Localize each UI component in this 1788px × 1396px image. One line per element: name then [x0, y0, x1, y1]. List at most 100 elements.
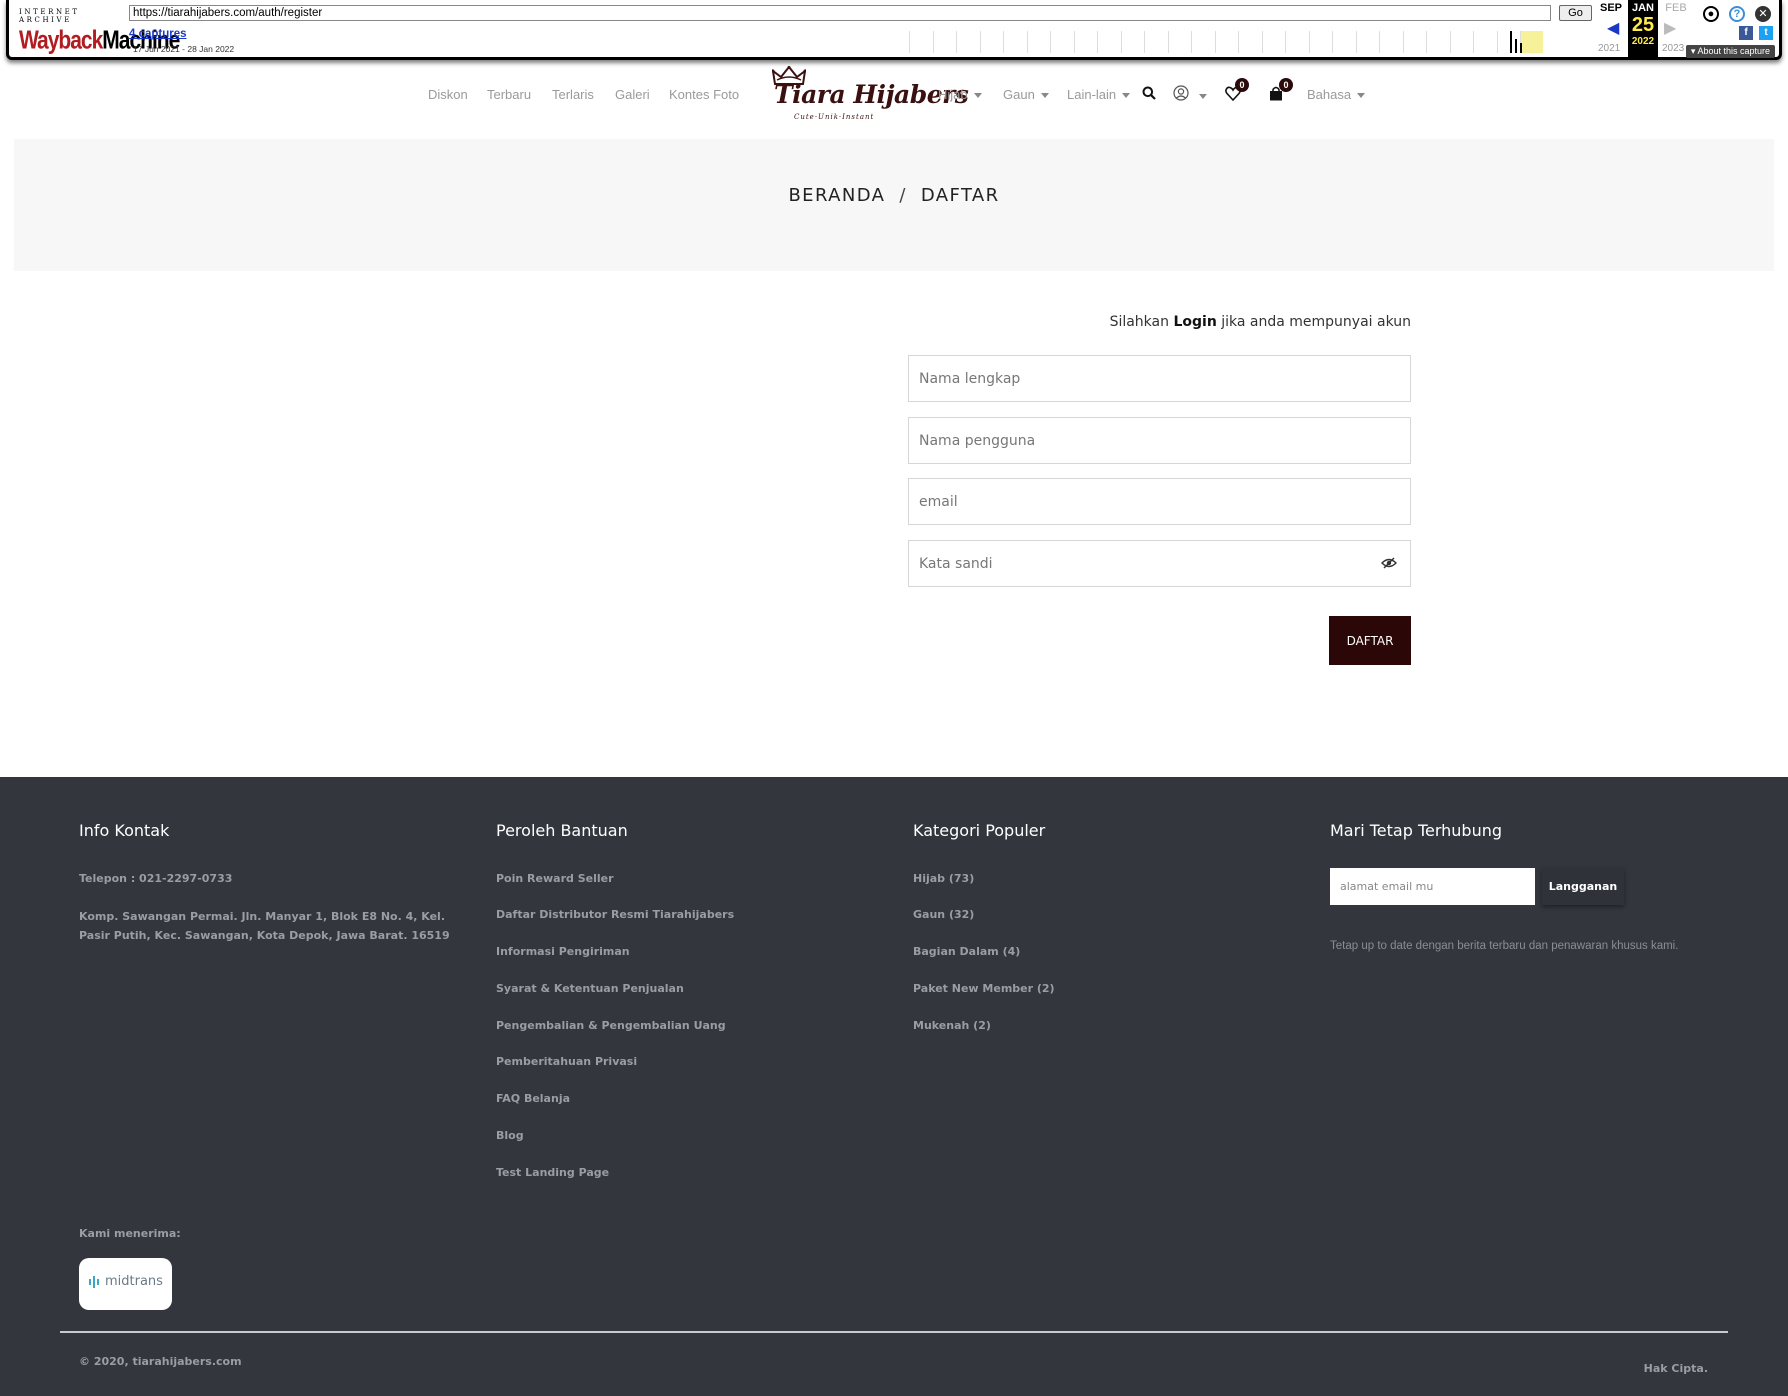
footer-help-link[interactable]: Poin Reward Seller: [496, 872, 614, 885]
footer-help-link[interactable]: Informasi Pengiriman: [496, 945, 630, 958]
timeline-tick: [909, 31, 910, 53]
nav-hijab-dropdown[interactable]: Hijab: [938, 87, 982, 102]
timeline-tick: [1449, 31, 1451, 53]
brand-logo[interactable]: Tiara Hijabers Cute·Unik·Instant: [770, 66, 969, 122]
timeline-tick: [1144, 31, 1145, 53]
timeline-tick: [979, 31, 981, 53]
timeline-tick: [1285, 31, 1286, 53]
footer-category-link[interactable]: Gaun (32): [913, 908, 974, 921]
timeline-tick: [1167, 31, 1169, 53]
wayback-prev-month[interactable]: SEP: [1596, 2, 1626, 14]
footer-address: Komp. Sawangan Permai. Jln. Manyar 1, Bl…: [79, 910, 450, 942]
fullname-input[interactable]: [908, 355, 1411, 402]
footer-newsletter-heading: Mari Tetap Terhubung: [1330, 821, 1503, 840]
wayback-date-range: 17 Jun 2021 - 28 Jan 2022: [133, 44, 235, 54]
timeline-tick: [1261, 31, 1263, 53]
eye-slash-icon[interactable]: [1381, 557, 1397, 569]
wayback-icon-group: ● ? ✕: [1703, 6, 1771, 22]
wayback-logo[interactable]: INTERNET ARCHIVE WaybackMachine: [19, 8, 180, 55]
wayback-go-button[interactable]: Go: [1559, 5, 1592, 21]
footer-help-link[interactable]: Daftar Distributor Resmi Tiarahijabers: [496, 908, 734, 921]
register-submit-button[interactable]: DAFTAR: [1329, 616, 1411, 665]
nav-lain-lain-dropdown[interactable]: Lain-lain: [1067, 87, 1130, 102]
subscribe-button[interactable]: Langganan: [1542, 868, 1624, 905]
email-input[interactable]: [908, 478, 1411, 525]
help-icon[interactable]: ?: [1729, 6, 1745, 22]
password-input[interactable]: [908, 540, 1411, 587]
capture-bar[interactable]: [1515, 39, 1517, 53]
login-prompt-prefix: Silahkan: [1109, 314, 1169, 330]
close-icon[interactable]: ✕: [1755, 6, 1771, 22]
timeline-tick: [1238, 31, 1239, 53]
breadcrumb-banner: BERANDA / DAFTAR: [14, 139, 1774, 271]
footer-help-link[interactable]: Pengembalian & Pengembalian Uang: [496, 1019, 726, 1032]
payment-method-name: midtrans: [105, 1274, 163, 1289]
wayback-next-month: FEB: [1665, 2, 1687, 14]
wayback-about-capture[interactable]: ▾ About this capture: [1685, 45, 1775, 58]
wayback-captures-link[interactable]: 4 captures: [129, 28, 187, 40]
twitter-icon[interactable]: t: [1759, 26, 1773, 40]
user-icon: [1173, 85, 1189, 101]
capture-bar[interactable]: [1520, 43, 1522, 53]
footer-categories-heading: Kategori Populer: [913, 821, 1046, 840]
breadcrumb-home[interactable]: BERANDA: [788, 185, 885, 206]
footer-copyright: © 2020, tiarahijabers.com: [79, 1355, 242, 1368]
midtrans-logo-icon: [89, 1276, 99, 1288]
login-link[interactable]: Login: [1173, 314, 1216, 330]
footer-category-link[interactable]: Paket New Member (2): [913, 982, 1055, 995]
footer-rights: Hak Cipta.: [1643, 1362, 1708, 1375]
user-account-icon[interactable]: ●: [1703, 6, 1719, 22]
main-navbar: Diskon Terbaru Terlaris Galeri Kontes Fo…: [0, 62, 1788, 126]
wishlist-count-badge: 0: [1235, 78, 1249, 92]
timeline-tick: [1097, 31, 1098, 53]
cart-count-badge: 0: [1279, 78, 1293, 92]
wayback-prev-arrow-icon[interactable]: ◀: [1607, 18, 1619, 38]
cart-button[interactable]: 0: [1269, 78, 1293, 106]
wayback-next-year: 2023: [1662, 43, 1685, 54]
payment-method-card: midtrans: [79, 1258, 172, 1310]
timeline-tick: [1426, 31, 1427, 53]
newsletter-note: Tetap up to date dengan berita terbaru d…: [1330, 940, 1679, 952]
capture-bar[interactable]: [1510, 31, 1512, 53]
timeline-tick: [1214, 31, 1216, 53]
nav-diskon[interactable]: Diskon: [428, 87, 468, 102]
wishlist-button[interactable]: 0: [1225, 78, 1249, 106]
footer-help-link[interactable]: Pemberitahuan Privasi: [496, 1055, 637, 1068]
nav-terbaru[interactable]: Terbaru: [487, 87, 531, 102]
nav-gaun-dropdown[interactable]: Gaun: [1003, 87, 1049, 102]
footer-help-link[interactable]: FAQ Belanja: [496, 1092, 570, 1105]
footer-contact-heading: Info Kontak: [79, 821, 170, 840]
footer-help-heading: Peroleh Bantuan: [496, 821, 628, 840]
timeline-tick: [1332, 31, 1333, 53]
wayback-capture-sparkline[interactable]: [909, 29, 1549, 53]
footer-help-link[interactable]: Blog: [496, 1129, 524, 1142]
footer-category-link[interactable]: Hijab (73): [913, 872, 974, 885]
wayback-url-input[interactable]: https://tiarahijabers.com/auth/register: [129, 5, 1551, 21]
language-dropdown[interactable]: Bahasa: [1307, 87, 1365, 102]
footer-help-link[interactable]: Test Landing Page: [496, 1166, 609, 1179]
wayback-current-year: 2022: [1631, 36, 1655, 47]
breadcrumb-current: DAFTAR: [920, 185, 1000, 206]
footer-category-link[interactable]: Mukenah (2): [913, 1019, 991, 1032]
timeline-tick: [1003, 31, 1004, 53]
footer-help-link[interactable]: Syarat & Ketentuan Penjualan: [496, 982, 684, 995]
username-input[interactable]: [908, 417, 1411, 464]
search-icon[interactable]: [1142, 86, 1156, 100]
brand-tagline: Cute·Unik·Instant: [794, 113, 875, 121]
timeline-tick: [1050, 31, 1051, 53]
newsletter-email-input[interactable]: [1330, 868, 1535, 905]
footer-divider: [60, 1331, 1728, 1333]
nav-terlaris[interactable]: Terlaris: [552, 87, 594, 102]
wayback-current-highlight: [1521, 31, 1543, 53]
facebook-icon[interactable]: f: [1739, 26, 1753, 40]
wayback-next-arrow-icon: ▶: [1664, 20, 1677, 37]
timeline-tick: [1355, 31, 1357, 53]
nav-kontes-foto[interactable]: Kontes Foto: [669, 87, 739, 102]
wayback-current-day: 25: [1631, 14, 1655, 36]
footer-category-link[interactable]: Bagian Dalam (4): [913, 945, 1020, 958]
nav-galeri[interactable]: Galeri: [615, 87, 650, 102]
account-dropdown[interactable]: [1173, 85, 1207, 106]
timeline-tick: [1191, 31, 1192, 53]
login-prompt: Silahkan Login jika anda mempunyai akun: [908, 314, 1411, 330]
timeline-tick: [1026, 31, 1028, 53]
